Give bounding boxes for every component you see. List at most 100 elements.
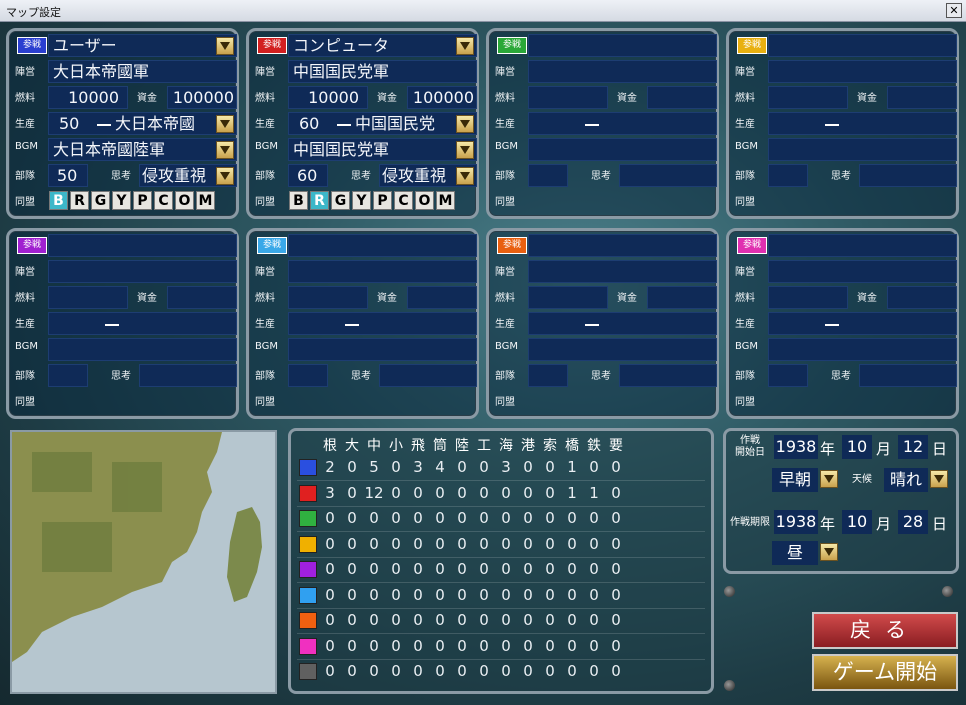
participation-badge[interactable]: 参戦 [497, 37, 527, 54]
type-field[interactable] [768, 234, 957, 257]
chevron-down-icon[interactable] [930, 470, 948, 488]
alliance-toggle-m[interactable]: M [436, 191, 455, 210]
chevron-down-icon[interactable] [216, 37, 234, 55]
bgm-field[interactable] [528, 338, 717, 361]
bgm-field[interactable]: 大日本帝國陸軍 [48, 138, 237, 161]
participation-badge[interactable]: 参戦 [737, 237, 767, 254]
chevron-down-icon[interactable] [456, 167, 474, 185]
fuel-field[interactable] [768, 86, 848, 109]
funds-field[interactable] [407, 286, 477, 309]
ai-field[interactable] [859, 164, 957, 187]
start-time-select[interactable]: 早朝 [772, 468, 818, 492]
alliance-toggle-g[interactable]: G [331, 191, 350, 210]
alliance-toggle-c[interactable]: C [154, 191, 173, 210]
start-year-field[interactable]: 1938 [774, 435, 818, 459]
alliance-toggle-y[interactable]: Y [112, 191, 131, 210]
funds-field[interactable]: 100000 [407, 86, 477, 109]
faction-field[interactable] [768, 260, 957, 283]
alliance-toggle-g[interactable]: G [91, 191, 110, 210]
start-month-field[interactable]: 10 [842, 435, 872, 459]
type-field[interactable]: コンピュータ [288, 34, 477, 57]
faction-field[interactable] [528, 260, 717, 283]
ai-field[interactable]: 侵攻重視 [379, 164, 477, 187]
funds-field[interactable] [647, 86, 717, 109]
participation-badge[interactable]: 参戦 [257, 37, 287, 54]
faction-field[interactable]: 中国国民党軍 [288, 60, 477, 83]
fuel-field[interactable] [528, 86, 608, 109]
fuel-field[interactable] [48, 286, 128, 309]
chevron-down-icon[interactable] [456, 141, 474, 159]
fuel-field[interactable] [528, 286, 608, 309]
production-field[interactable] [528, 112, 717, 135]
units-field[interactable] [48, 364, 88, 387]
bgm-field[interactable] [768, 138, 957, 161]
production-field[interactable]: 60 中国国民党 [288, 112, 477, 135]
end-month-field[interactable]: 10 [842, 510, 872, 534]
units-field[interactable] [768, 364, 808, 387]
faction-field[interactable] [48, 260, 237, 283]
faction-field[interactable]: 大日本帝國軍 [48, 60, 237, 83]
production-field[interactable] [528, 312, 717, 335]
fuel-field[interactable] [768, 286, 848, 309]
alliance-toggle-b[interactable]: B [49, 191, 68, 210]
alliance-toggle-p[interactable]: P [133, 191, 152, 210]
bgm-field[interactable] [288, 338, 477, 361]
alliance-toggle-o[interactable]: O [415, 191, 434, 210]
chevron-down-icon[interactable] [216, 115, 234, 133]
alliance-toggle-r[interactable]: R [310, 191, 329, 210]
fuel-field[interactable] [288, 286, 368, 309]
participation-badge[interactable]: 参戦 [737, 37, 767, 54]
minimap[interactable] [10, 430, 277, 694]
ai-field[interactable] [619, 164, 717, 187]
chevron-down-icon[interactable] [216, 141, 234, 159]
production-field[interactable] [768, 112, 957, 135]
participation-badge[interactable]: 参戦 [17, 37, 47, 54]
fuel-field[interactable]: 10000 [48, 86, 128, 109]
funds-field[interactable] [887, 286, 957, 309]
production-field[interactable]: 50 大日本帝國 [48, 112, 237, 135]
back-button[interactable]: 戻る [812, 612, 958, 649]
bgm-field[interactable]: 中国国民党軍 [288, 138, 477, 161]
faction-field[interactable] [768, 60, 957, 83]
funds-field[interactable] [647, 286, 717, 309]
bgm-field[interactable] [528, 138, 717, 161]
production-field[interactable] [48, 312, 237, 335]
funds-field[interactable] [167, 286, 237, 309]
ai-field[interactable] [619, 364, 717, 387]
funds-field[interactable]: 100000 [167, 86, 237, 109]
production-field[interactable] [768, 312, 957, 335]
alliance-toggle-c[interactable]: C [394, 191, 413, 210]
units-field[interactable] [528, 164, 568, 187]
ai-field[interactable]: 侵攻重視 [139, 164, 237, 187]
units-field[interactable]: 60 [288, 164, 328, 187]
chevron-down-icon[interactable] [456, 37, 474, 55]
units-field[interactable] [528, 364, 568, 387]
alliance-toggle-p[interactable]: P [373, 191, 392, 210]
ai-field[interactable] [859, 364, 957, 387]
chevron-down-icon[interactable] [820, 543, 838, 561]
production-field[interactable] [288, 312, 477, 335]
ai-field[interactable] [379, 364, 477, 387]
participation-badge[interactable]: 参戦 [17, 237, 47, 254]
alliance-toggle-y[interactable]: Y [352, 191, 371, 210]
end-year-field[interactable]: 1938 [774, 510, 818, 534]
units-field[interactable] [288, 364, 328, 387]
type-field[interactable] [528, 34, 717, 57]
close-icon[interactable]: ✕ [946, 3, 962, 18]
units-field[interactable] [768, 164, 808, 187]
ai-field[interactable] [139, 364, 237, 387]
participation-badge[interactable]: 参戦 [257, 237, 287, 254]
chevron-down-icon[interactable] [820, 470, 838, 488]
start-day-field[interactable]: 12 [898, 435, 928, 459]
units-field[interactable]: 50 [48, 164, 88, 187]
weather-select[interactable]: 晴れ [884, 468, 928, 492]
type-field[interactable] [768, 34, 957, 57]
type-field[interactable] [48, 234, 237, 257]
type-field[interactable] [528, 234, 717, 257]
fuel-field[interactable]: 10000 [288, 86, 368, 109]
end-time-select[interactable]: 昼 [772, 541, 818, 565]
start-game-button[interactable]: ゲーム開始 [812, 654, 958, 691]
participation-badge[interactable]: 参戦 [497, 237, 527, 254]
faction-field[interactable] [288, 260, 477, 283]
alliance-toggle-r[interactable]: R [70, 191, 89, 210]
